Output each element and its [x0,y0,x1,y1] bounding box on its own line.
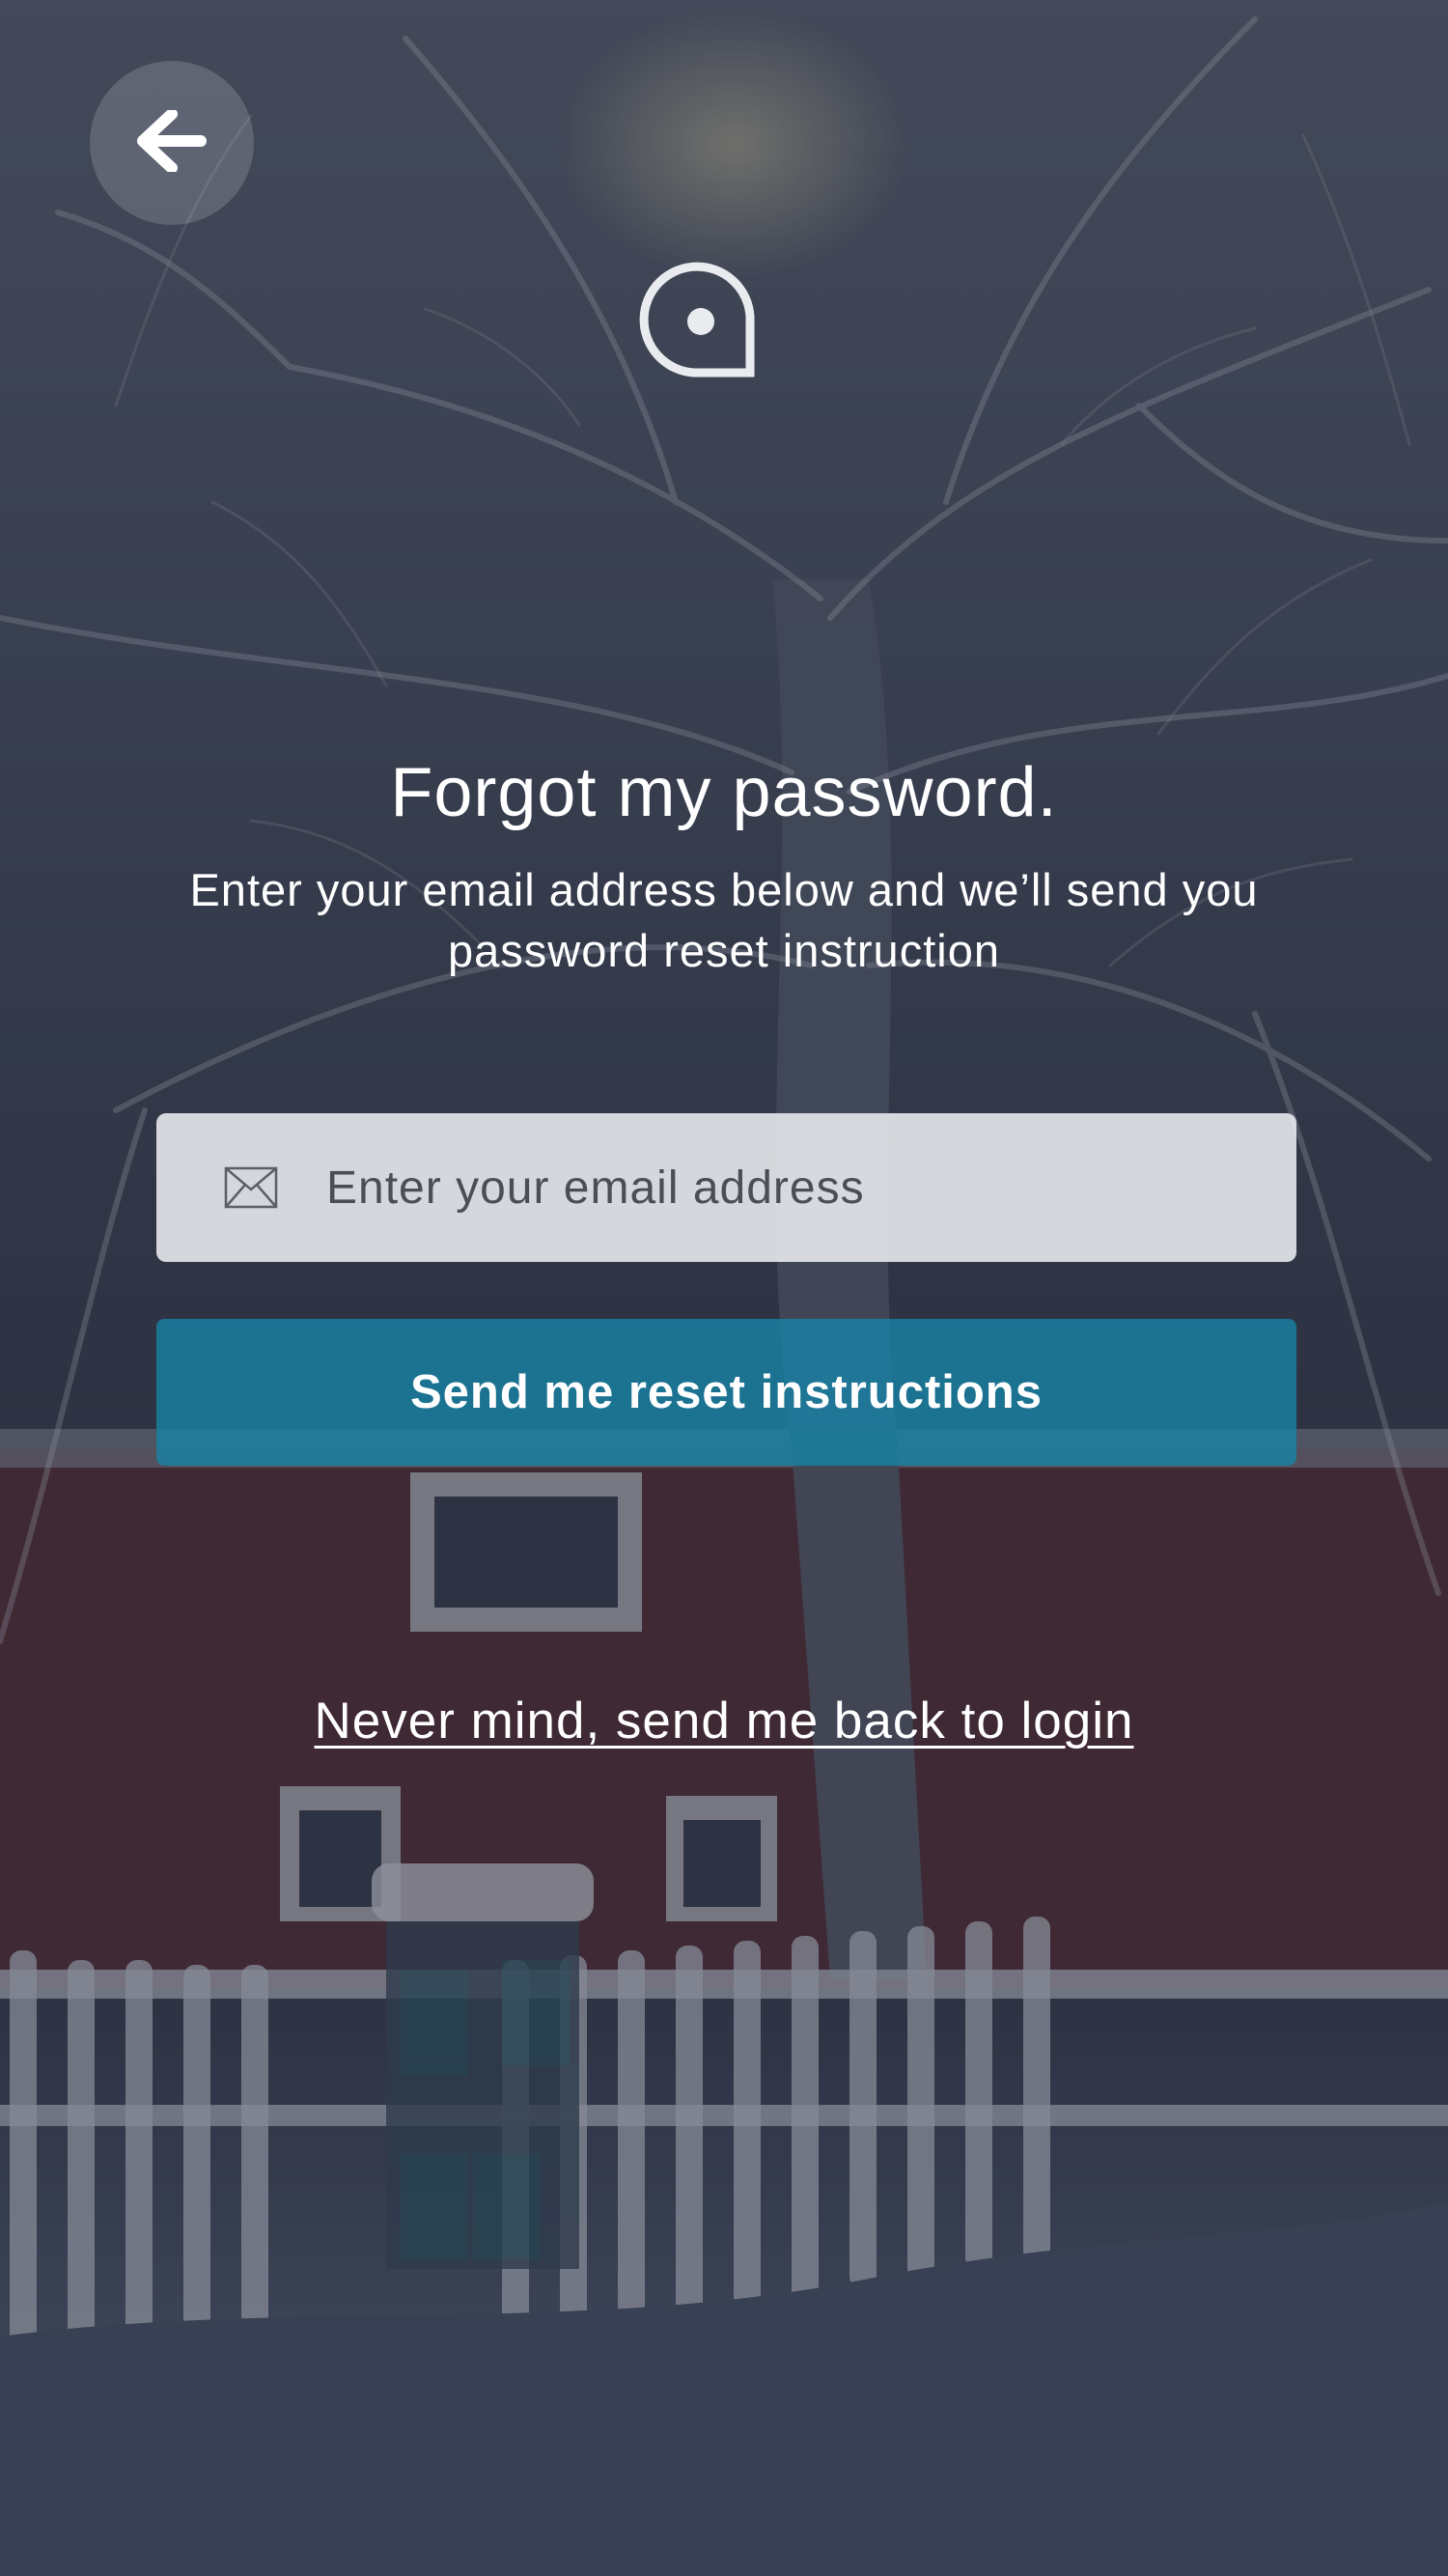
back-to-login-row: Never mind, send me back to login [0,1688,1448,1755]
envelope-icon [224,1166,278,1209]
page-subtitle: Enter your email address below and we’ll… [189,864,1259,976]
arrow-left-icon [137,107,207,177]
background-photo [0,0,1448,2576]
background-dim-overlay [0,0,1448,2576]
page-title: Forgot my password. [390,754,1058,831]
send-reset-instructions-button[interactable]: Send me reset instructions [156,1319,1296,1466]
email-input[interactable] [326,1113,1296,1262]
speech-bubble-logo-icon [638,261,756,378]
email-field[interactable] [156,1113,1296,1262]
back-to-login-link[interactable]: Never mind, send me back to login [314,1693,1133,1750]
back-button[interactable] [90,61,254,225]
